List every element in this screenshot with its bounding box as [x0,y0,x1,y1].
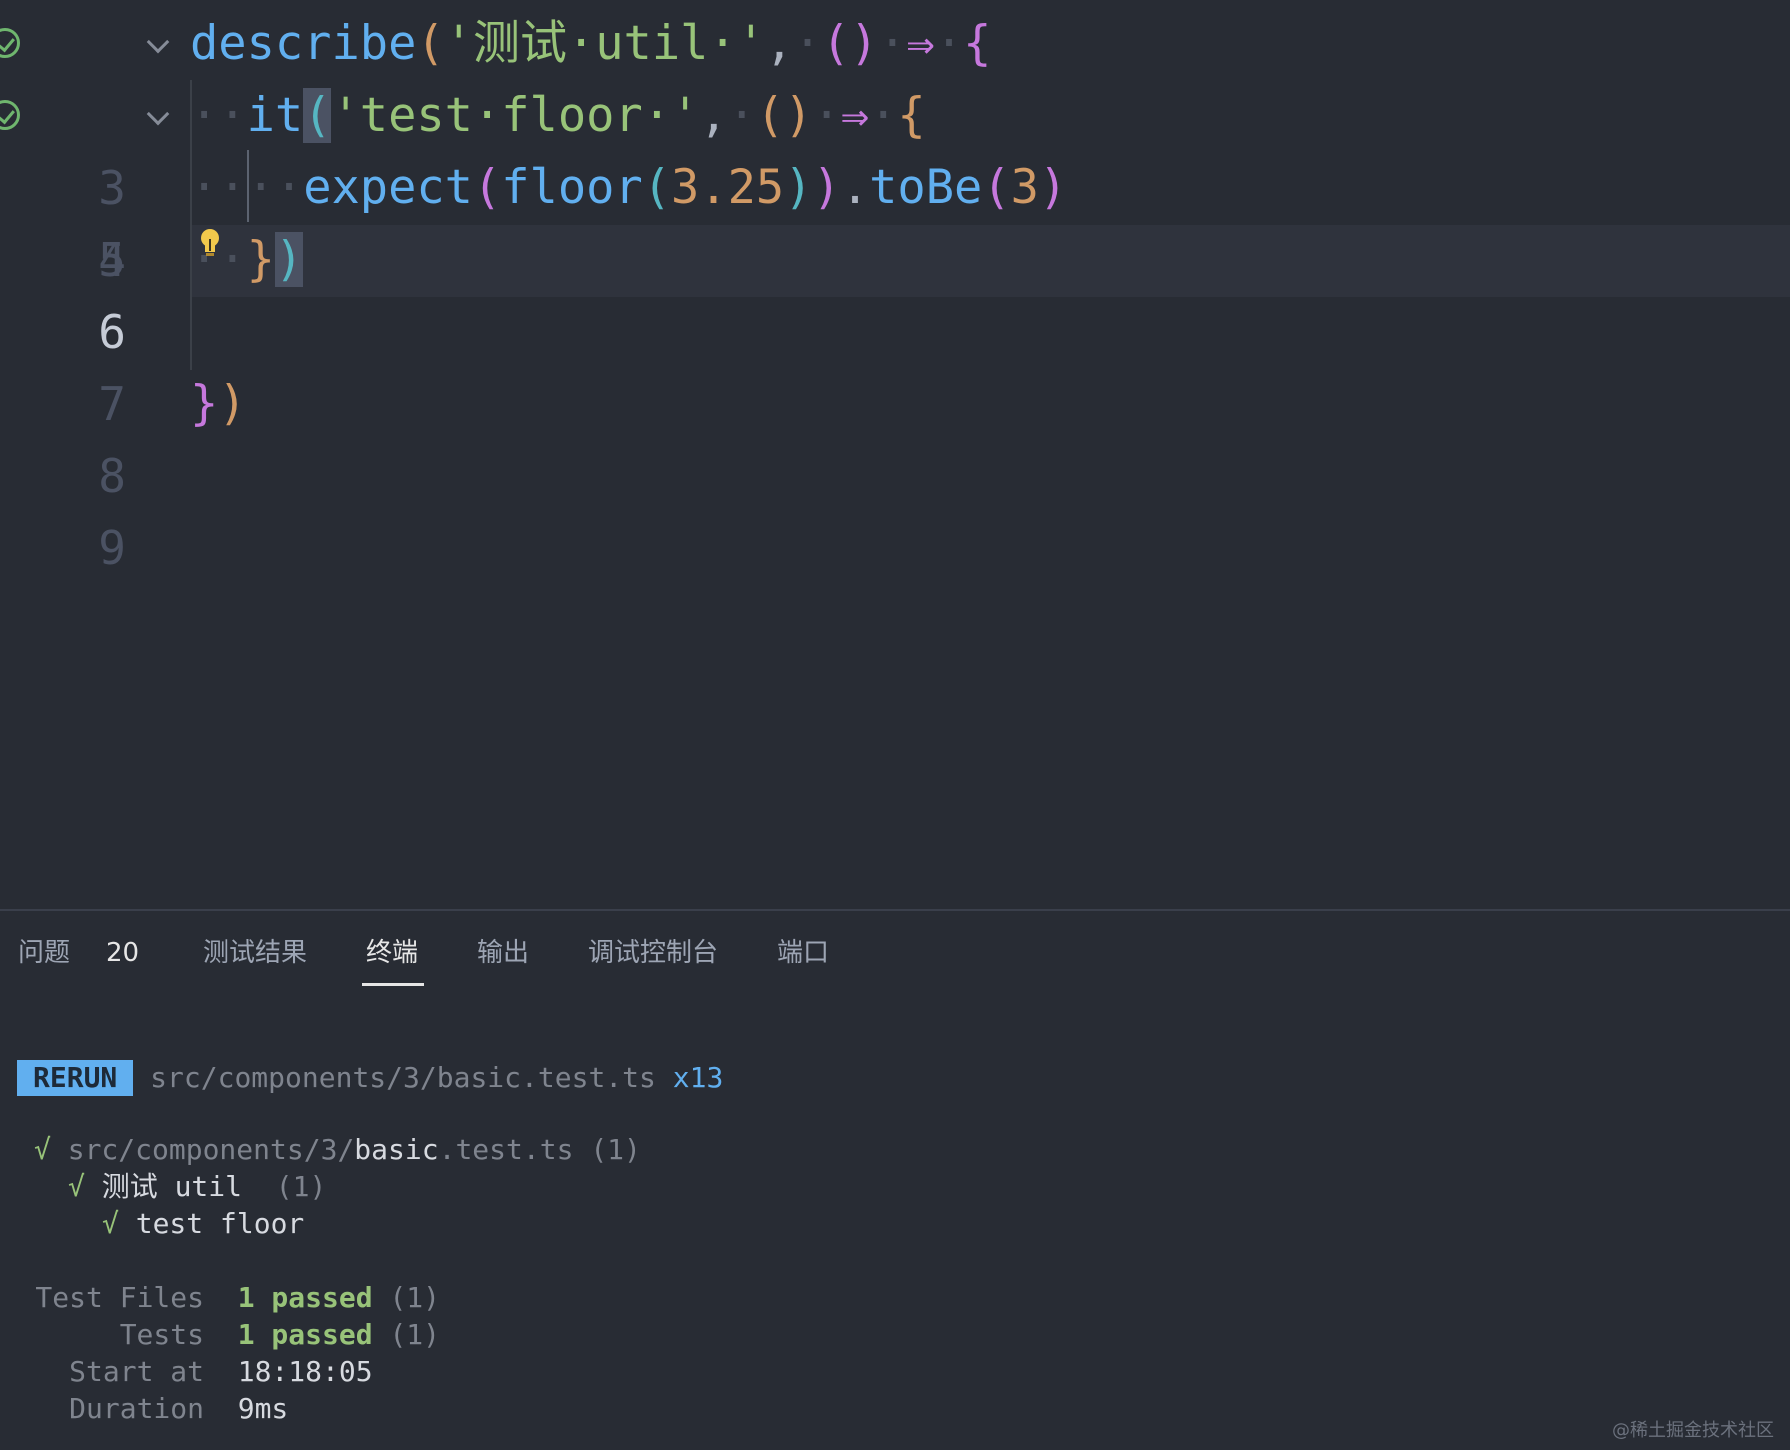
bottom-panel: 问题 20 测试结果 终端 输出 调试控制台 端口 RERUN src/compo… [0,909,1790,1450]
code-line-4[interactable]: 4 ··it('test·floor·',·()·⇒·{ [0,80,1790,287]
code-line-7[interactable]: 7 [0,296,1790,431]
line-number: 9 [98,521,126,575]
code-text: }) [190,376,247,431]
chevron-down-icon[interactable] [146,102,170,126]
test-suite-line: √ 测试 util (1) [68,1170,327,1203]
code-editor[interactable]: 3 describe('测试·util·',·()·⇒·{ 4 ··it('te… [0,0,1790,908]
watermark: @稀土掘金技术社区 [1612,1420,1774,1441]
chevron-down-icon[interactable] [146,30,170,54]
test-case-line: √ test floor [102,1207,305,1240]
code-line-9[interactable]: 9 [0,440,1790,575]
app-root: 3 describe('测试·util·',·()·⇒·{ 4 ··it('te… [0,0,1790,1450]
code-line-5[interactable]: 5 ····expect(floor(3.25)).toBe(3) [0,152,1790,287]
code-line-3[interactable]: 3 describe('测试·util·',·()·⇒·{ [0,8,1790,215]
summary-tests: Tests 1 passed (1) [119,1318,441,1351]
rerun-badge: RERUN [17,1060,134,1096]
terminal-output[interactable]: RERUN src/components/3/basic.test.ts x13… [0,911,1790,1450]
rerun-line: RERUN src/components/3/basic.test.ts x13 [17,1059,723,1097]
summary-test-files: Test Files 1 passed (1) [35,1281,441,1314]
code-text: ··it('test·floor·',·()·⇒·{ [190,88,926,143]
test-passed-icon[interactable] [0,28,20,58]
summary-start-at: Start at 18:18:05 [69,1355,373,1388]
code-text: ····expect(floor(3.25)).toBe(3) [190,160,1068,215]
lightbulb-icon[interactable] [200,228,220,258]
code-text: describe('测试·util·',·()·⇒·{ [190,16,992,71]
code-line-8[interactable]: 8 }) [0,368,1790,503]
test-passed-icon[interactable] [0,100,20,130]
code-line-6[interactable]: 6 ··}) [0,224,1790,359]
summary-duration: Duration 9ms [69,1392,289,1425]
test-file-line: √ src/components/3/basic.test.ts (1) [34,1133,641,1166]
